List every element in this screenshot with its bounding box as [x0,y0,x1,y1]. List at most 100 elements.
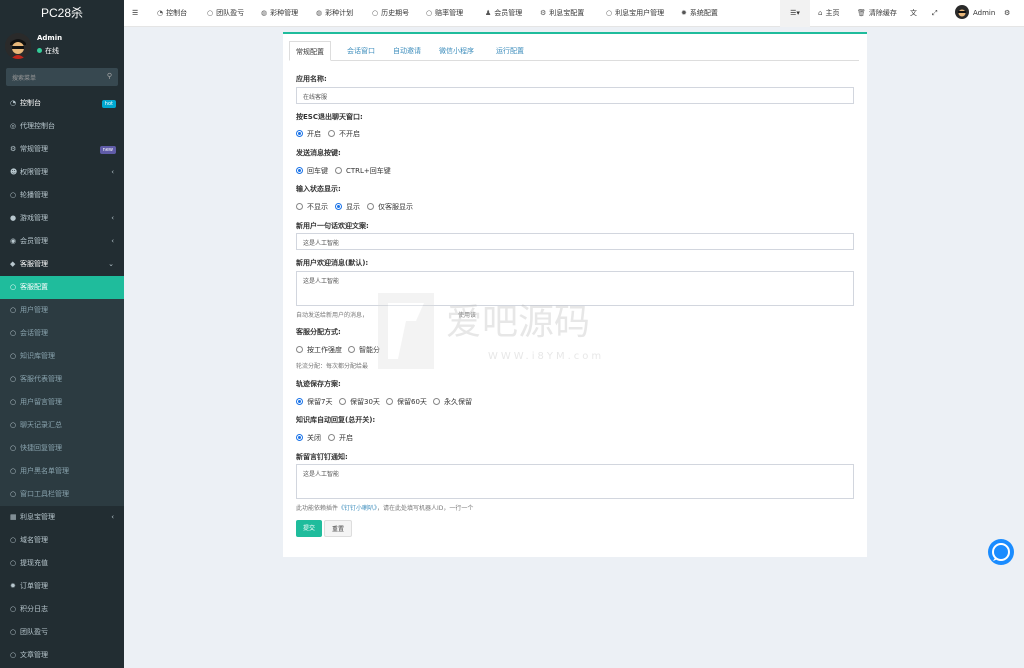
sidebar-item-quick-replies[interactable]: ○ 快捷回复管理 [0,437,124,460]
app-name-input[interactable]: 在线客服 [296,87,854,104]
submit-button[interactable]: 提交 [296,520,323,537]
send-ctrl-radio[interactable]: CTRL+回车键 [335,166,391,176]
translate-icon[interactable]: 文 [910,0,917,27]
send-enter-radio[interactable]: 回车键 [296,166,328,176]
circle-icon: ○ [10,536,17,544]
sidebar-item-support-config[interactable]: ○ 客服配置 [0,276,124,299]
watermark-logo-icon [378,293,434,369]
chat-widget-button[interactable] [988,539,1014,565]
sidebar-item-withdraw[interactable]: ○ 提现充值 [0,552,124,575]
sidebar-item-interest[interactable]: ▦ 利息宝管理 ‹ [0,506,124,529]
circle-icon: ○ [10,283,17,291]
topnav-label: 利息宝配置 [549,9,585,17]
fullscreen-icon[interactable]: ⤢ [932,0,938,27]
track-60-radio[interactable]: 保留60天 [386,397,427,407]
sidebar-item-kb[interactable]: ○ 知识库管理 [0,345,124,368]
esc-off-radio[interactable]: 不开启 [328,129,360,139]
circle-icon: ○ [10,467,17,475]
track-30-radio[interactable]: 保留30天 [339,397,380,407]
sidebar-item-messages[interactable]: ○ 用户留言管理 [0,391,124,414]
topnav-dashboard[interactable]: ◔ 控制台 [157,0,187,27]
radio-unchecked-icon [386,398,393,405]
sidebar-item-agent-dashboard[interactable]: ◎ 代理控制台 [0,115,124,138]
track-7-radio[interactable]: 保留7天 [296,397,332,407]
chevron-left-icon: ‹ [111,513,114,521]
sidebar-item-users[interactable]: ○ 用户管理 [0,299,124,322]
topnav-plan[interactable]: ◍ 彩种计划 [316,0,353,27]
topnav-system[interactable]: ✹ 系统配置 [681,0,718,27]
radio-label: 不开启 [339,130,360,138]
sidebar-item-label: 积分日志 [20,605,48,613]
tab-auto-invite[interactable]: 自动邀请 [387,41,427,61]
sidebar-item-support[interactable]: ◆ 客服管理 ⌄ [0,253,124,276]
ding-textarea[interactable]: 这是人工智能 [296,464,854,499]
radio-label: CTRL+回车键 [346,167,391,175]
sidebar-item-label: 域名管理 [20,536,48,544]
sidebar-item-label: 常规管理 [20,145,48,153]
sidebar-item-dashboard[interactable]: ◔ 控制台 hot [0,92,124,115]
settings-icon[interactable]: ⚙ [1004,0,1010,27]
sidebar-item-orders[interactable]: ✹ 订单管理 [0,575,124,598]
circle-icon: ○ [10,421,17,429]
sidebar-item-domains[interactable]: ○ 域名管理 [0,529,124,552]
app-title[interactable]: PC28杀 [0,0,124,27]
topnav-label: 利息宝用户管理 [615,9,665,17]
avatar [5,33,31,59]
topnav-home[interactable]: ⌂ 主页 [818,0,839,27]
welcome-input[interactable]: 这是人工智能 [296,233,854,250]
sidebar-item-label: 客服代表管理 [20,375,62,383]
topnav-interest-config[interactable]: ⚙ 利息宝配置 [540,0,584,27]
esc-on-radio[interactable]: 开启 [296,129,321,139]
topnav-members[interactable]: ♟ 会员管理 [485,0,522,27]
sidebar-item-label: 会员管理 [20,237,48,245]
typing-agent-radio[interactable]: 仅客服显示 [367,202,413,212]
sidebar-item-points[interactable]: ○ 积分日志 [0,598,124,621]
sidebar-item-agents[interactable]: ○ 客服代表管理 [0,368,124,391]
cogs-icon: ⚙ [10,145,17,153]
sidebar: PC28杀 Admin 在线 搜索菜单 ⚲ ◔ 控制台 hot ◎ 代理控制台 ⚙ 常规管… [0,0,124,668]
reset-button[interactable]: 重置 [324,520,353,537]
sidebar-item-label: 控制台 [20,99,41,107]
sidebar-item-chat-logs[interactable]: ○ 聊天记录汇总 [0,414,124,437]
kb-off-radio[interactable]: 关闭 [296,433,321,443]
typing-hide-radio[interactable]: 不显示 [296,202,328,212]
avatar [955,5,969,19]
search-icon[interactable]: ⚲ [107,72,112,80]
radio-label: 按工作强度 [307,346,342,354]
sidebar-item-sessions[interactable]: ○ 会话管理 [0,322,124,345]
clear-cache-button[interactable]: 🗑︎ 清除缓存 [857,0,897,27]
topnav-label: 系统配置 [689,9,718,17]
tab-runtime[interactable]: 运行配置 [490,41,530,61]
admin-menu[interactable]: Admin [955,0,995,27]
alloc-load-radio[interactable]: 按工作强度 [296,345,342,355]
tab-wechat-mini[interactable]: 微信小程序 [433,41,480,61]
track-forever-radio[interactable]: 永久保留 [433,397,472,407]
kb-on-radio[interactable]: 开启 [328,433,353,443]
topnav-history[interactable]: ○ 历史期号 [372,0,409,27]
circle-icon: ○ [10,375,17,383]
new-badge: new [99,146,116,154]
sidebar-item-members[interactable]: ◉ 会员管理 ‹ [0,230,124,253]
sidebar-item-general[interactable]: ⚙ 常规管理 new [0,138,124,161]
topnav-interest-users[interactable]: ○ 利息宝用户管理 [606,0,664,27]
topnav-odds[interactable]: ○ 赔率管理 [426,0,463,27]
sidebar-item-games[interactable]: ● 游戏管理 ‹ [0,207,124,230]
sidebar-item-carousel[interactable]: ○ 轮播管理 [0,184,124,207]
theme-dropdown[interactable]: ☰▾ [780,0,810,27]
tab-chat-window[interactable]: 会话窗口 [341,41,381,61]
sidebar-item-label: 用户管理 [20,306,48,314]
topnav-lottery[interactable]: ◍ 彩种管理 [261,0,298,27]
sidebar-item-blacklist[interactable]: ○ 用户黑名单管理 [0,460,124,483]
plugin-link[interactable]: 《钉钉小喇叭》 [338,505,377,512]
top-navbar: ☰ ◔ 控制台 ○ 团队盈亏 ◍ 彩种管理 ◍ 彩种计划 ○ 历史期号 ○ 赔率管理 ♟ 会员… [124,0,1024,27]
sidebar-item-permissions[interactable]: ☻ 权限管理 ‹ [0,161,124,184]
sidebar-item-label: 用户黑名单管理 [20,467,69,475]
topnav-team-pnl[interactable]: ○ 团队盈亏 [207,0,244,27]
tab-general[interactable]: 常规配置 [289,41,331,61]
sidebar-item-toolbar[interactable]: ○ 窗口工具栏管理 [0,483,124,506]
menu-toggle-icon[interactable]: ☰ [132,0,138,27]
typing-show-radio[interactable]: 显示 [335,202,360,212]
sidebar-search-input[interactable]: 搜索菜单 ⚲ [6,68,118,86]
sidebar-item-articles[interactable]: ○ 文章管理 [0,644,124,667]
sidebar-item-team-pnl[interactable]: ○ 团队盈亏 [0,621,124,644]
